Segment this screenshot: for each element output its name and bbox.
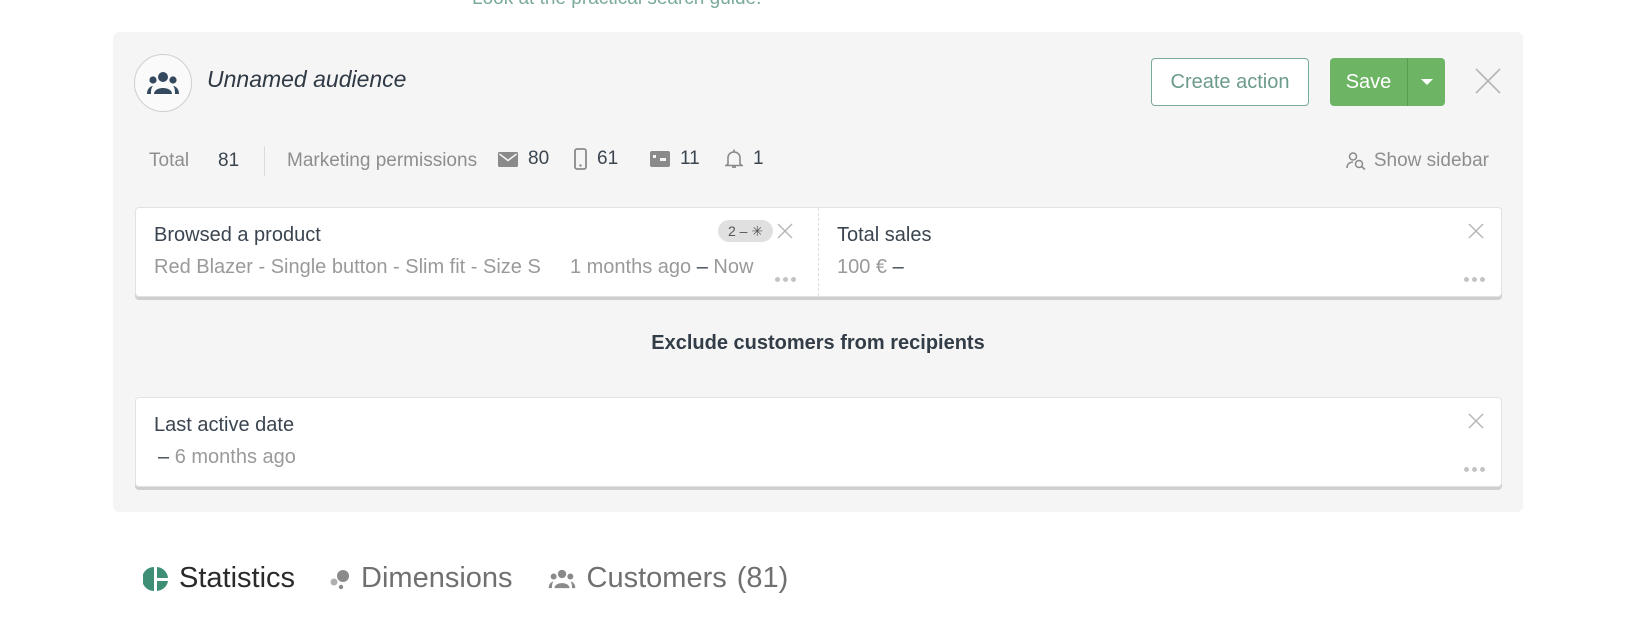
range-dash: – — [696, 256, 708, 278]
mobile-icon — [574, 148, 587, 170]
condition-card-last-active-date[interactable]: Last active date – 6 months ago — [136, 398, 1501, 486]
audience-tabs: Statistics Dimensions Customers (81) — [143, 562, 788, 595]
remove-condition-button[interactable] — [1467, 412, 1485, 430]
more-options-icon[interactable] — [775, 277, 796, 282]
tab-label: Dimensions — [361, 562, 513, 594]
search-guide-link[interactable]: Look at the practical search guide. — [472, 0, 761, 10]
range-from: 100 € — [837, 256, 888, 278]
audience-stats-bar: Total 81 Marketing permissions 80 61 11 … — [113, 142, 1523, 182]
permission-push-count: 1 — [753, 148, 764, 169]
close-icon — [1468, 413, 1484, 429]
product-name: Red Blazer - Single button - Slim fit - … — [154, 256, 541, 278]
condition-card-total-sales[interactable]: Total sales 100 € – — [819, 208, 1501, 296]
save-button-group: Save — [1330, 58, 1445, 106]
exclude-heading: Exclude customers from recipients — [651, 332, 985, 354]
permission-mailbox-count: 11 — [680, 148, 700, 169]
bubbles-icon — [330, 569, 350, 589]
audience-editor-panel: Unnamed audience Create action Save Tota… — [113, 32, 1523, 512]
audience-title[interactable]: Unnamed audience — [207, 66, 406, 93]
more-options-icon[interactable] — [1464, 467, 1485, 472]
save-options-dropdown[interactable] — [1408, 58, 1445, 106]
permission-push: 1 — [725, 148, 764, 170]
group-icon — [147, 72, 179, 94]
occurrence-badge[interactable]: 2 – ✳ — [718, 220, 774, 242]
show-sidebar-label: Show sidebar — [1373, 150, 1489, 171]
permission-mobile-count: 61 — [597, 148, 619, 169]
total-value: 81 — [218, 150, 240, 171]
save-button[interactable]: Save — [1330, 58, 1408, 106]
caret-down-icon — [1420, 79, 1433, 85]
condition-title: Last active date — [154, 414, 295, 436]
group-icon — [548, 569, 575, 588]
exclude-conditions-row: Last active date – 6 months ago — [135, 397, 1502, 487]
tab-label: Statistics — [179, 562, 296, 594]
condition-title: Browsed a product — [154, 224, 321, 246]
tab-statistics[interactable]: Statistics — [143, 562, 295, 595]
audience-header: Unnamed audience Create action Save — [113, 32, 1523, 132]
condition-detail: – 6 months ago — [158, 446, 296, 469]
create-action-button[interactable]: Create action — [1151, 58, 1309, 106]
range-to: Now — [713, 256, 754, 278]
tab-dimensions[interactable]: Dimensions — [329, 562, 513, 595]
close-icon — [777, 223, 793, 239]
marketing-permissions-label: Marketing permissions — [287, 150, 478, 171]
condition-detail: Red Blazer - Single button - Slim fit - … — [154, 256, 753, 279]
range-to: 6 months ago — [174, 446, 296, 468]
show-sidebar-button[interactable]: Show sidebar — [1346, 150, 1489, 172]
range-from: 1 months ago — [569, 256, 692, 278]
permission-email-count: 80 — [528, 148, 550, 169]
range-dash: – — [158, 446, 170, 468]
user-search-icon — [1346, 152, 1366, 170]
include-conditions-row: Browsed a product Red Blazer - Single bu… — [135, 207, 1502, 297]
close-icon — [1475, 68, 1501, 94]
condition-detail: 100 € – — [837, 256, 904, 279]
permission-mobile: 61 — [574, 148, 618, 170]
customers-count: (81) — [736, 562, 789, 594]
pie-chart-icon — [143, 566, 168, 591]
range-dash: – — [892, 256, 904, 278]
bell-icon — [725, 149, 743, 168]
permission-mailbox: 11 — [650, 148, 700, 170]
email-icon — [498, 151, 518, 167]
close-icon — [1468, 223, 1484, 239]
condition-card-browsed-product[interactable]: Browsed a product Red Blazer - Single bu… — [136, 208, 819, 296]
more-options-icon[interactable] — [1464, 277, 1485, 282]
stats-divider — [264, 146, 265, 176]
remove-condition-button[interactable] — [776, 222, 794, 240]
permission-email: 80 — [498, 148, 549, 170]
condition-title: Total sales — [837, 224, 932, 246]
total-label: Total — [149, 150, 190, 171]
remove-condition-button[interactable] — [1467, 222, 1485, 240]
tab-customers[interactable]: Customers (81) — [547, 562, 789, 595]
audience-avatar — [134, 54, 192, 112]
tab-label: Customers — [586, 562, 727, 594]
close-panel-button[interactable] — [1473, 66, 1503, 96]
mailbox-icon — [650, 151, 670, 167]
